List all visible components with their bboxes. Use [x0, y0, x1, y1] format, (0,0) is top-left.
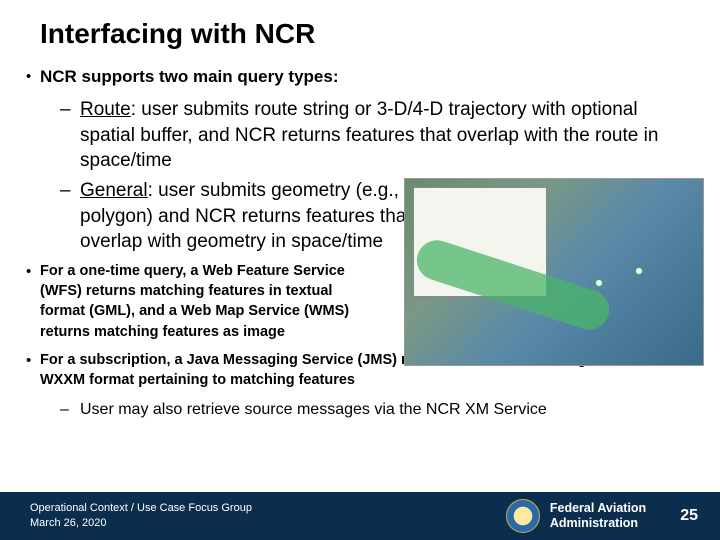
sub-bullet-route: – Route: user submits route string or 3-… — [60, 97, 694, 174]
faa-seal-icon — [506, 499, 540, 533]
bullet-main: • NCR supports two main query types: — [26, 66, 694, 89]
slide: Interfacing with NCR • NCR supports two … — [0, 0, 720, 540]
map-marker-icon — [595, 279, 603, 287]
footer-date: March 26, 2020 — [30, 516, 506, 531]
slide-title: Interfacing with NCR — [40, 18, 694, 50]
footer-agency: Federal Aviation Administration — [506, 499, 646, 533]
page-number: 25 — [680, 507, 698, 525]
map-image — [404, 178, 704, 366]
map-marker-icon — [635, 267, 643, 275]
footer-bar: Operational Context / Use Case Focus Gro… — [0, 492, 720, 540]
sub-bullet-xm: – User may also retrieve source messages… — [60, 399, 694, 421]
footer-group: Operational Context / Use Case Focus Gro… — [30, 501, 506, 516]
footer-left: Operational Context / Use Case Focus Gro… — [30, 501, 506, 531]
